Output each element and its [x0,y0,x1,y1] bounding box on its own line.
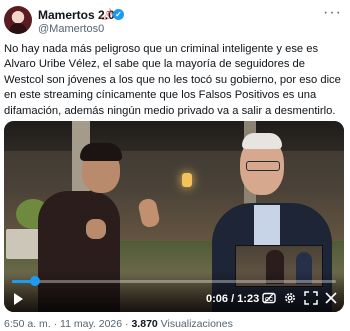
gear-icon[interactable] [283,291,297,305]
video-frame-lamp [182,173,192,187]
progress-bar[interactable] [12,276,336,286]
verified-badge-icon: ✓ [113,9,124,20]
progress-scrubber[interactable] [30,276,40,286]
separator: · [53,318,58,330]
video-person-left-hair [80,143,122,161]
tweet-meta: 6:50 a. m. · 11 may. 2026 · 3.870 Visual… [4,318,233,330]
tweet-text: No hay nada más peligroso que un crimina… [4,43,341,117]
x-icon[interactable] [324,291,338,305]
video-player[interactable]: 0:06 / 1:23 CC [4,121,344,312]
video-frame-roof [4,121,344,151]
chili-emoji-icon: 🌶 [99,9,113,21]
tweet-header: Mamertos 2.0 🌶 ✓ @Mamertos0 ··· [4,5,344,38]
views-count: 3.870 [131,318,158,330]
separator: · [125,318,129,330]
tweet-date[interactable]: 11 may. 2026 [60,318,122,330]
video-person-left-hand [86,219,106,239]
video-person-right-glasses [246,161,280,171]
video-person-right-hair [242,133,282,149]
cc-icon[interactable]: CC [262,291,276,305]
views-label: Visualizaciones [160,318,233,330]
avatar[interactable] [4,6,32,34]
more-options-icon[interactable]: ··· [323,5,342,21]
user-handle[interactable]: @Mamertos0 [38,23,104,35]
tweet-time[interactable]: 6:50 a. m. [4,318,51,330]
play-icon[interactable] [12,292,24,306]
fullscreen-icon[interactable] [304,291,318,305]
video-time: 0:06 / 1:23 [206,293,260,305]
